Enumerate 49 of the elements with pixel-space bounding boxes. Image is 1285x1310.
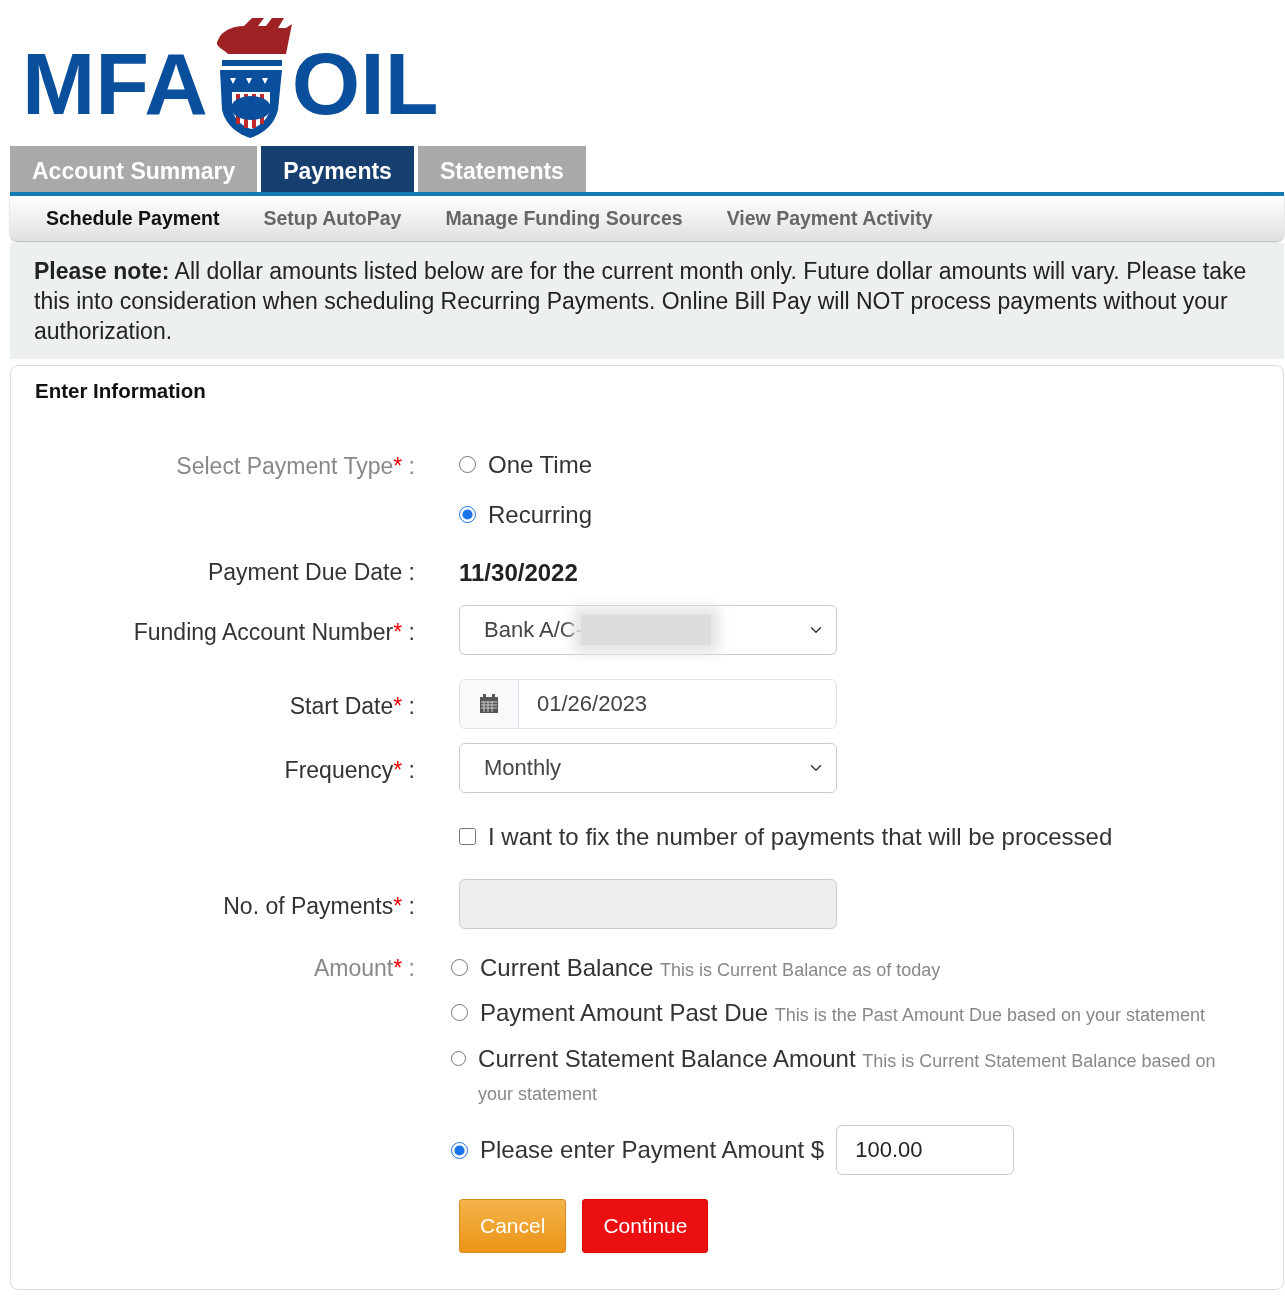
field-label: No. of Payments [223,892,394,919]
radio-button[interactable] [451,958,468,976]
radio-button[interactable] [451,1049,467,1067]
dropdown-field[interactable]: Monthly [459,742,837,793]
due-date-value: 11/30/2022 [459,558,578,586]
radio-button[interactable] [451,1141,468,1159]
label-separator: : [407,954,415,981]
label-separator: : [407,452,415,479]
field-label: Start Date [289,692,394,719]
required-mark: * [393,954,403,981]
field-label: Payment Due Date [207,558,403,585]
subnav-link[interactable]: Setup AutoPay [263,202,402,236]
subnav-link[interactable]: Schedule Payment [46,202,220,236]
label-separator: : [407,618,415,645]
nav-tab[interactable]: Payments [261,146,414,192]
option-text: Current Balance This is Current Balance as of today [480,952,941,983]
form-button[interactable]: Continue [582,1199,709,1253]
field-label: Frequency [284,756,394,783]
required-mark: * [393,618,403,645]
required-mark: * [393,452,403,479]
radio-button[interactable] [459,456,476,474]
radio-button[interactable] [451,1004,468,1022]
amount-field[interactable]: 100.00 [836,1125,1015,1176]
option-label: Please enter Payment Amount $ [480,1135,825,1166]
calendar-icon [479,693,499,714]
option-label: One Time [488,449,593,480]
label-separator: : [407,692,415,719]
section-title: Enter Information [35,377,207,404]
date-field[interactable]: 01/26/2023 [518,678,837,729]
label-separator: : [407,756,415,783]
checkbox[interactable] [459,828,476,846]
notice-text: Please note: All dollar amounts listed below are for the current month only. Future dollar amounts will vary. Please take this into consideration when scheduling Recurring Payments. Online Bill Pay will NOT process payments without your authorization. [10,243,1284,359]
logo-text: MFA [21,40,209,128]
option-text: Payment Amount Past Due This is the Past Amount Due based on your statement [480,998,1206,1029]
required-mark: * [393,892,403,919]
required-mark: * [393,692,403,719]
field-label: Select Payment Type [176,452,394,479]
label-separator: : [407,892,415,919]
label-separator: : [407,558,415,585]
logo-text: OIL [290,40,440,128]
checkbox-label: I want to fix the number of payments that will be processed [488,821,1113,852]
subnav-link[interactable]: View Payment Activity [726,202,933,236]
option-text: Current Statement Balance Amount This is Current Statement Balance based on your statement [478,1043,1217,1107]
subnav-link[interactable]: Manage Funding Sources [445,202,683,236]
radio-button[interactable] [459,506,476,524]
field-label: Funding Account Number [133,618,394,645]
required-mark: * [393,756,403,783]
option-label: Recurring [488,499,593,530]
field-label: Amount [314,954,394,981]
